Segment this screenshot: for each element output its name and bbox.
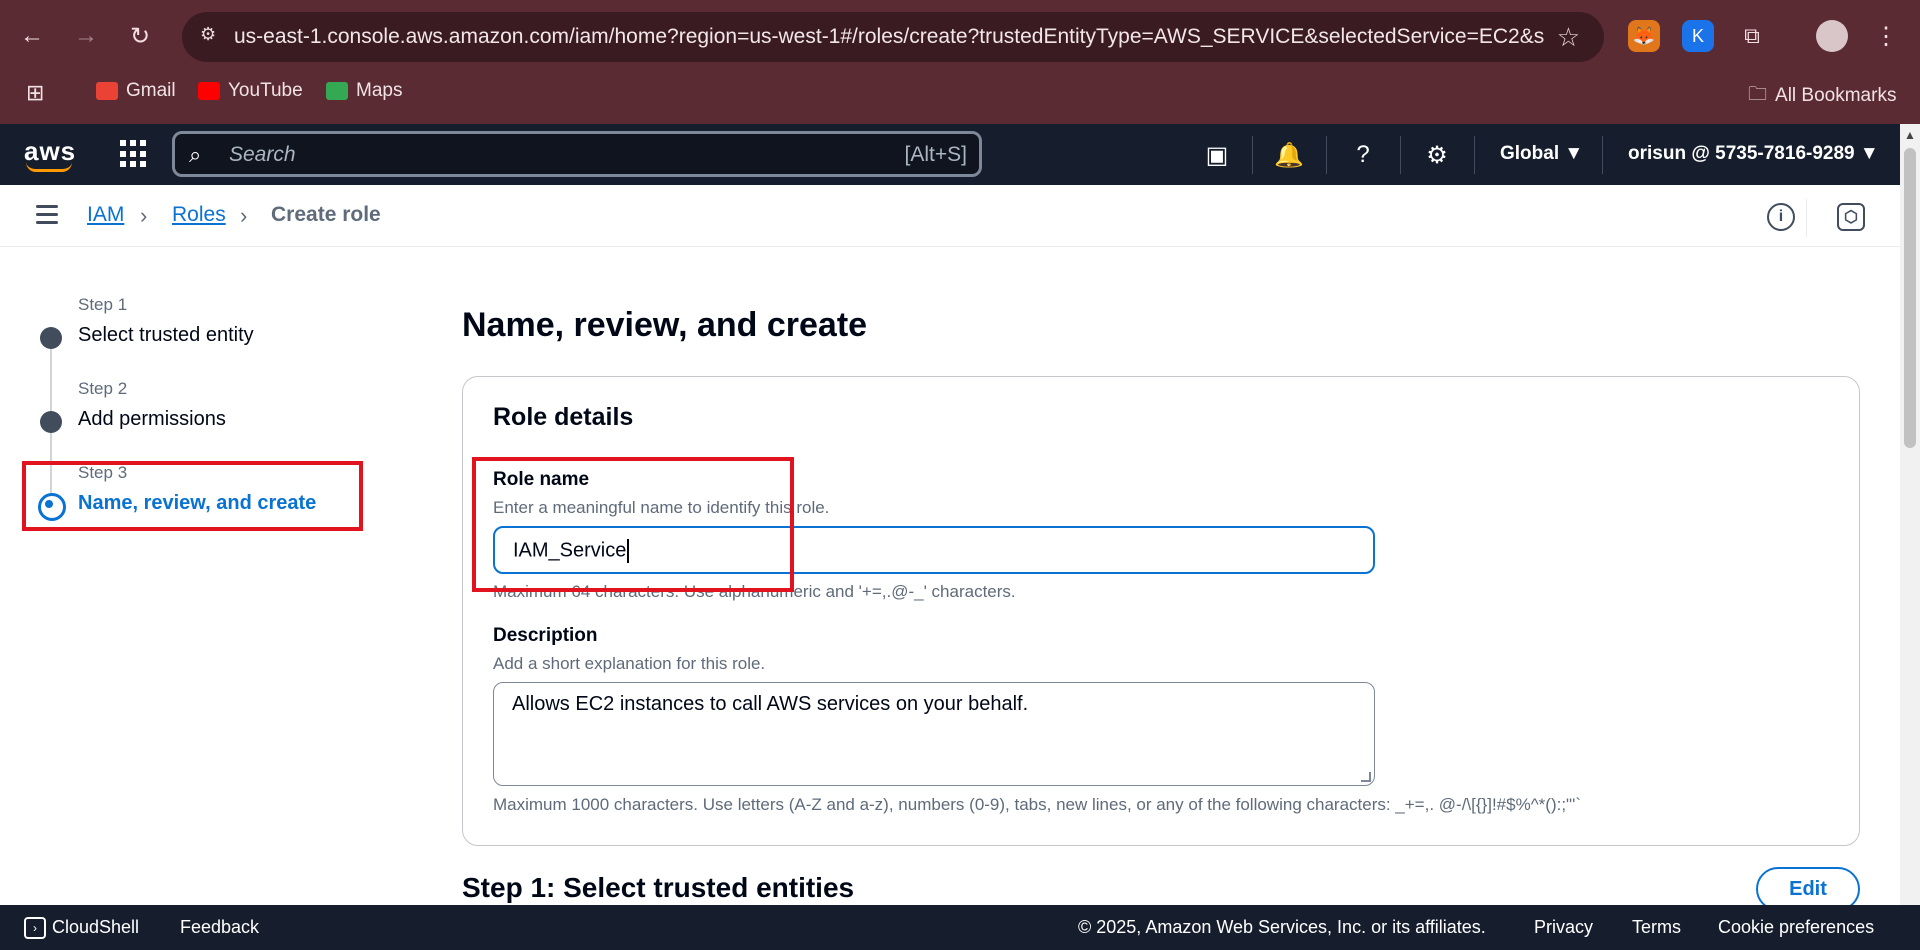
breadcrumb-current: Create role	[271, 203, 381, 226]
help-icon[interactable]: ?	[1346, 138, 1380, 172]
reload-icon[interactable]: ↻	[122, 18, 158, 54]
maps-icon	[326, 82, 348, 100]
aws-top-nav: aws ⌕ Search [Alt+S] ▣ 🔔 ? ⚙ Global ▼ or…	[0, 124, 1900, 185]
description-constraint: Maximum 1000 characters. Use letters (A-…	[493, 795, 1581, 814]
browser-menu-icon[interactable]: ⋮	[1868, 18, 1904, 54]
settings-gear-icon[interactable]: ⚙	[1420, 138, 1454, 172]
all-bookmarks[interactable]: 🗀 All Bookmarks	[1748, 80, 1896, 112]
address-bar[interactable]: ⚙ us-east-1.console.aws.amazon.com/iam/h…	[182, 12, 1604, 62]
info-icon[interactable]: i	[1767, 203, 1795, 231]
search-input[interactable]: ⌕ Search [Alt+S]	[172, 131, 982, 177]
back-arrow-icon[interactable]: ←	[14, 18, 50, 54]
page-scrollbar[interactable]: ▲	[1900, 124, 1920, 905]
description-textarea[interactable]: Allows EC2 instances to call AWS service…	[493, 682, 1375, 786]
description-value: Allows EC2 instances to call AWS service…	[512, 693, 1029, 715]
step-1-label: Step 1	[78, 295, 128, 314]
account-menu[interactable]: orisun @ 5735-7816-9289 ▼	[1628, 143, 1879, 165]
section-title-step1: Step 1: Select trusted entities	[462, 872, 855, 903]
panel-title: Role details	[493, 403, 634, 431]
bookmark-gmail[interactable]: Gmail	[96, 80, 176, 102]
bookmark-maps[interactable]: Maps	[326, 80, 402, 102]
step-1-dot	[40, 327, 62, 349]
breadcrumb-roles[interactable]: Roles	[172, 203, 226, 227]
copyright-text: © 2025, Amazon Web Services, Inc. or its…	[1078, 917, 1486, 937]
hamburger-menu-icon[interactable]	[36, 205, 58, 225]
role-details-panel: Role details Role name Enter a meaningfu…	[462, 376, 1860, 846]
k-extension-icon[interactable]: K	[1682, 20, 1714, 52]
metamask-extension-icon[interactable]: 🦊	[1628, 20, 1660, 52]
description-help: Add a short explanation for this role.	[493, 654, 766, 673]
highlight-box-role-name	[472, 457, 794, 592]
description-label: Description	[493, 625, 598, 646]
step-2-label: Step 2	[78, 379, 128, 398]
chevron-right-icon: ›	[140, 203, 148, 228]
apps-grid-icon[interactable]: ⊞	[26, 80, 44, 106]
breadcrumb-bar: IAM › Roles › Create role i ⬡	[0, 185, 1900, 247]
cloudshell-icon[interactable]: ▣	[1200, 138, 1234, 172]
panel-toggle-icon[interactable]: ⬡	[1837, 203, 1865, 231]
console-footer: › CloudShell Feedback © 2025, Amazon Web …	[0, 905, 1920, 950]
browser-chrome: ← → ↻ ⚙ us-east-1.console.aws.amazon.com…	[0, 0, 1920, 124]
extensions-puzzle-icon[interactable]: ⧉	[1736, 20, 1768, 52]
terms-link[interactable]: Terms	[1632, 917, 1681, 938]
step-2-title[interactable]: Add permissions	[78, 408, 226, 431]
profile-avatar[interactable]	[1816, 20, 1848, 52]
wizard-steps: Step 1 Select trusted entity Step 2 Add …	[0, 247, 420, 905]
feedback-link[interactable]: Feedback	[180, 917, 259, 938]
folder-icon: 🗀	[1748, 84, 1768, 105]
breadcrumb-iam[interactable]: IAM	[87, 203, 124, 227]
highlight-box-step3	[22, 461, 363, 531]
youtube-icon	[198, 82, 220, 100]
cloudshell-link[interactable]: › CloudShell	[24, 917, 139, 940]
search-icon: ⌕	[189, 142, 202, 167]
resize-grip-icon[interactable]	[1361, 772, 1371, 782]
bookmark-star-icon[interactable]: ☆	[1557, 22, 1580, 53]
cookie-preferences-link[interactable]: Cookie preferences	[1718, 917, 1874, 938]
region-selector[interactable]: Global ▼	[1500, 143, 1583, 165]
bookmark-youtube[interactable]: YouTube	[198, 80, 303, 102]
chevron-right-icon: ›	[240, 203, 248, 228]
forward-arrow-icon[interactable]: →	[68, 18, 104, 54]
url-text: us-east-1.console.aws.amazon.com/iam/hom…	[234, 25, 1544, 48]
page-title: Name, review, and create	[462, 306, 868, 344]
site-info-icon[interactable]: ⚙	[200, 24, 226, 50]
search-shortcut: [Alt+S]	[904, 143, 967, 166]
notifications-bell-icon[interactable]: 🔔	[1272, 138, 1306, 172]
aws-logo[interactable]: aws	[24, 136, 76, 172]
gmail-icon	[96, 82, 118, 100]
services-grid-icon[interactable]	[120, 140, 148, 168]
step-2-dot	[40, 411, 62, 433]
privacy-link[interactable]: Privacy	[1534, 917, 1593, 938]
search-placeholder: Search	[229, 143, 296, 166]
cloudshell-icon: ›	[24, 917, 46, 940]
step-1-title[interactable]: Select trusted entity	[78, 324, 254, 347]
